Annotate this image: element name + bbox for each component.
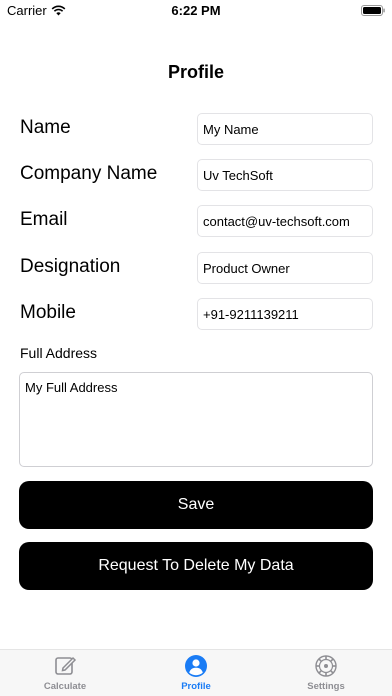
designation-label: Designation: [20, 256, 121, 277]
tab-profile-label: Profile: [181, 681, 211, 692]
mobile-label: Mobile: [20, 302, 76, 323]
email-row: Email: [0, 205, 392, 239]
status-bar: Carrier 6:22 PM: [0, 0, 392, 22]
address-textarea[interactable]: My Full Address: [19, 372, 373, 467]
tab-calculate-label: Calculate: [43, 681, 87, 692]
name-label: Name: [20, 117, 71, 138]
tab-profile[interactable]: Profile: [151, 654, 241, 696]
tab-settings-label: Settings: [307, 681, 345, 692]
designation-input[interactable]: [197, 252, 373, 284]
email-input[interactable]: [197, 205, 373, 237]
page-title: Profile: [167, 62, 224, 82]
mobile-input[interactable]: [197, 298, 373, 330]
company-label: Company Name: [20, 163, 158, 184]
name-input[interactable]: [197, 113, 373, 145]
save-button[interactable]: Save: [19, 481, 373, 529]
company-input[interactable]: [197, 159, 373, 191]
tab-settings[interactable]: Settings: [281, 654, 371, 696]
mobile-row: Mobile: [0, 298, 392, 332]
tab-bar: Calculate Profile Settings: [0, 649, 392, 696]
company-row: Company Name: [0, 159, 392, 193]
status-time: 6:22 PM: [171, 3, 221, 18]
battery-icon: [361, 5, 385, 16]
delete-data-button[interactable]: Request To Delete My Data: [19, 542, 373, 590]
email-label: Email: [20, 209, 68, 230]
edit-icon: [55, 656, 77, 675]
tab-calculate[interactable]: Calculate: [20, 654, 110, 696]
name-row: Name: [0, 113, 392, 147]
gear-icon: [315, 655, 337, 677]
designation-row: Designation: [0, 252, 392, 286]
address-label: Full Address: [20, 345, 98, 361]
person-icon: [185, 655, 207, 677]
